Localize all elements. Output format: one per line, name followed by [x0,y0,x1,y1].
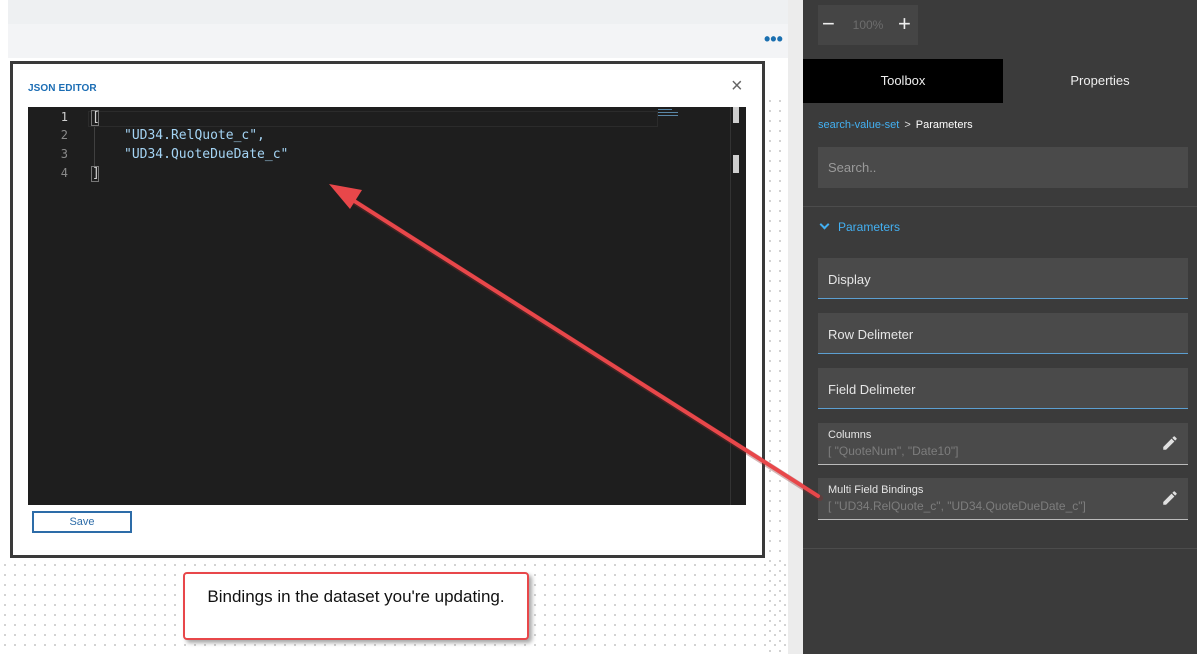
properties-panel: − 100% + Toolbox Properties search-value… [803,0,1197,654]
code-line: [ [92,110,100,125]
line-number: 2 [60,128,68,142]
dialog-title: JSON EDITOR [28,83,97,94]
annotation-callout: Bindings in the dataset you're updating. [183,572,529,640]
multi-field-bindings-value: [ "UD34.RelQuote_c", "UD34.QuoteDueDate_… [828,499,1086,513]
save-button[interactable]: Save [32,511,132,533]
code-editor[interactable]: 1 2 3 4 [ "UD34.RelQuote_c", "UD34.Quote… [28,107,746,505]
multi-field-bindings-label: Multi Field Bindings [828,484,924,496]
canvas-header-strip [8,0,788,24]
breadcrumb-parent-link[interactable]: search-value-set [818,119,899,131]
section-title: Parameters [838,220,901,234]
code-line: "UD34.RelQuote_c", [124,128,265,143]
breadcrumb-current: Parameters [915,119,973,131]
code-minimap[interactable] [658,109,680,117]
json-editor-dialog: JSON EDITOR × 1 2 3 4 [ "UD34.RelQuote_c… [10,61,765,558]
tab-toolbox[interactable]: Toolbox [803,59,1003,103]
divider [803,548,1197,549]
pencil-icon[interactable] [1161,489,1179,507]
close-icon[interactable]: × [731,76,743,96]
row-delimeter-field[interactable]: Row Delimeter [818,313,1188,354]
more-horizontal-icon[interactable]: ••• [764,30,783,48]
zoom-control: − 100% + [818,5,918,45]
panel-tabs: Toolbox Properties [803,59,1197,103]
canvas-scroll-gutter [788,0,803,654]
breadcrumb-separator: > [904,119,911,131]
search-input[interactable] [818,147,1188,188]
code-line: "UD34.QuoteDueDate_c" [124,147,289,162]
current-line-highlight [88,111,658,127]
code-line: ] [92,166,100,181]
multi-field-bindings-field[interactable]: Multi Field Bindings [ "UD34.RelQuote_c"… [818,478,1188,520]
display-field[interactable]: Display [818,258,1188,299]
chevron-down-icon [819,219,830,230]
line-number: 1 [60,110,68,124]
line-number: 4 [60,166,68,180]
line-number-gutter: 1 2 3 4 [28,107,80,505]
zoom-in-icon[interactable]: + [898,13,914,35]
field-delimeter-field[interactable]: Field Delimeter [818,368,1188,409]
zoom-level: 100% [852,18,884,32]
breadcrumb: search-value-set > Parameters [818,119,973,131]
columns-value: [ "QuoteNum", "Date10"] [828,444,959,458]
columns-field[interactable]: Columns [ "QuoteNum", "Date10"] [818,423,1188,465]
scrollbar-thumb[interactable] [733,107,739,123]
divider [803,206,1197,207]
tab-properties[interactable]: Properties [1003,59,1197,103]
indent-guide [94,127,95,167]
line-number: 3 [60,147,68,161]
scrollbar-thumb[interactable] [733,155,739,173]
parameters-section-toggle[interactable]: Parameters [818,219,901,234]
pencil-icon[interactable] [1161,434,1179,452]
callout-text: Bindings in the dataset you're updating. [207,587,505,606]
zoom-out-icon[interactable]: − [822,13,838,35]
columns-label: Columns [828,429,872,441]
editor-scrollbar[interactable] [730,107,746,505]
